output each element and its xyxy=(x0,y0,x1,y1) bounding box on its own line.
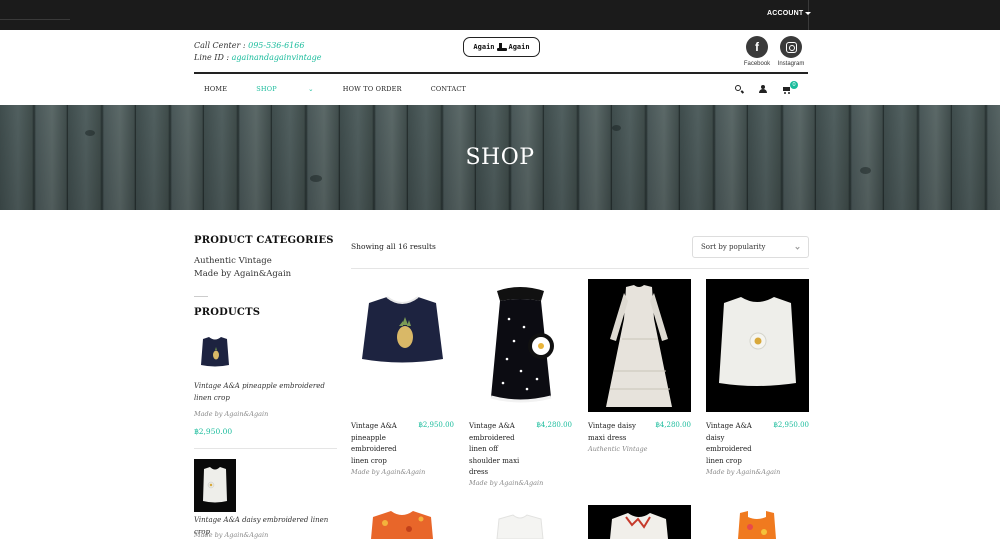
logo-text-left: Again xyxy=(473,43,495,51)
categories-heading: PRODUCT CATEGORIES xyxy=(194,235,334,246)
account-label: ACCOUNT xyxy=(767,10,804,17)
sidebar-divider xyxy=(194,296,208,297)
hero-banner: SHOP xyxy=(0,105,1000,210)
page-title: SHOP xyxy=(465,145,535,170)
facebook-link[interactable]: f Facebook xyxy=(740,36,774,67)
product-title[interactable]: Vintage A&A daisy embroidered linen crop xyxy=(706,421,768,467)
product-category: Authentic Vintage xyxy=(588,445,648,453)
account-menu[interactable]: ACCOUNT xyxy=(767,10,812,17)
instagram-label: Instagram xyxy=(777,61,805,67)
instagram-icon xyxy=(780,36,802,58)
product-title[interactable]: Vintage A&A pineapple embroidered linen … xyxy=(351,421,413,467)
product-image[interactable] xyxy=(469,279,572,412)
product-image[interactable] xyxy=(351,505,454,539)
product-category: Made by Again&Again xyxy=(706,468,781,476)
top-bar-divider xyxy=(0,19,70,20)
product-card[interactable]: Vintage A&A daisy embroidered linen crop… xyxy=(706,279,809,476)
sidebar-product-divider xyxy=(194,448,337,449)
product-image[interactable] xyxy=(706,505,809,539)
sidebar-product-thumb-pineapple[interactable] xyxy=(194,331,236,373)
sort-select[interactable]: Sort by popularity xyxy=(692,236,809,258)
product-card[interactable]: Vintage daisy maxi dress ฿4,280.00 Authe… xyxy=(588,279,691,453)
line-id-label: Line ID : xyxy=(194,53,232,62)
category-link-made-by[interactable]: Made by Again&Again xyxy=(194,269,291,279)
nav-item-contact[interactable]: CONTACT xyxy=(431,85,466,93)
site-logo[interactable]: Again Again xyxy=(463,37,540,57)
product-title[interactable]: Vintage A&A embroidered linen off should… xyxy=(469,421,531,479)
category-link-authentic-vintage[interactable]: Authentic Vintage xyxy=(194,256,272,266)
sort-selected-label: Sort by popularity xyxy=(701,243,766,251)
product-image[interactable] xyxy=(588,505,691,539)
product-price: ฿4,280.00 xyxy=(655,421,691,429)
results-count: Showing all 16 results xyxy=(351,242,436,251)
cart-count-badge: 0 xyxy=(790,81,798,89)
products-heading: PRODUCTS xyxy=(194,307,261,318)
top-bar: ACCOUNT xyxy=(0,0,1000,30)
product-card[interactable]: Vintage A&A pineapple embroidered linen … xyxy=(351,279,454,476)
line-id-link[interactable]: againandagainvintage xyxy=(232,53,322,62)
sidebar-product-price: ฿2,950.00 xyxy=(194,427,233,436)
call-center-label: Call Center : xyxy=(194,41,249,50)
sidebar-product-category: Made by Again&Again xyxy=(194,410,269,418)
user-icon[interactable] xyxy=(759,83,767,95)
product-image[interactable] xyxy=(469,505,572,539)
call-center-phone[interactable]: 095-536-6166 xyxy=(248,41,304,50)
nav-divider xyxy=(194,72,808,74)
nav-item-home[interactable]: HOME xyxy=(204,85,227,93)
sidebar-product-thumb-daisy[interactable] xyxy=(194,459,236,512)
logo-text-right: Again xyxy=(508,43,530,51)
product-title[interactable]: Vintage daisy maxi dress xyxy=(588,421,650,444)
caret-down-icon xyxy=(805,11,812,15)
product-price: ฿4,280.00 xyxy=(536,421,572,429)
product-image[interactable] xyxy=(706,279,809,412)
main-nav: HOME SHOP ⌄ HOW TO ORDER CONTACT xyxy=(204,85,495,93)
product-price: ฿2,950.00 xyxy=(773,421,809,429)
boots-logo-icon xyxy=(496,43,507,51)
search-icon[interactable] xyxy=(735,83,745,94)
instagram-link[interactable]: Instagram xyxy=(774,36,808,67)
product-price: ฿2,950.00 xyxy=(418,421,454,429)
product-card[interactable]: Vintage A&A embroidered linen off should… xyxy=(469,279,572,487)
product-category: Made by Again&Again xyxy=(469,479,544,487)
nav-item-shop[interactable]: SHOP ⌄ xyxy=(256,85,314,93)
sidebar-product-title[interactable]: Vintage A&A pineapple embroidered linen … xyxy=(194,380,339,404)
facebook-label: Facebook xyxy=(743,61,771,67)
product-image[interactable] xyxy=(588,279,691,412)
results-divider xyxy=(351,268,809,269)
product-image[interactable] xyxy=(351,279,454,412)
sidebar-product-category: Made by Again&Again xyxy=(194,531,269,539)
nav-item-how-to-order[interactable]: HOW TO ORDER xyxy=(343,85,402,93)
facebook-icon: f xyxy=(746,36,768,58)
contact-info: Call Center : 095-536-6166 Line ID : aga… xyxy=(194,40,322,64)
chevron-down-icon xyxy=(795,245,800,250)
product-category: Made by Again&Again xyxy=(351,468,426,476)
